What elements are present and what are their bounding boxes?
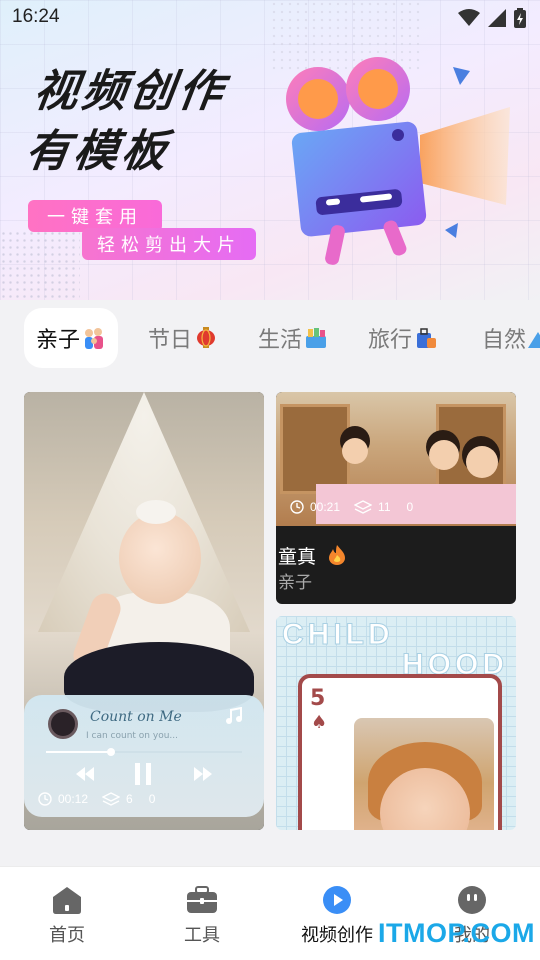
nav-label: 视频创作 xyxy=(301,925,373,946)
template-category: 亲子 xyxy=(278,573,312,593)
template-meta: 00:12 6 0 xyxy=(38,792,155,806)
tab-travel[interactable]: 旅行 xyxy=(368,308,438,368)
clock-icon xyxy=(38,792,52,806)
child-figure xyxy=(429,440,459,470)
profile-icon xyxy=(458,886,486,914)
lantern-emoji xyxy=(197,327,216,348)
cell-signal-icon xyxy=(488,9,506,27)
hero-title-line: 视频创作 xyxy=(30,66,230,117)
fast-forward-icon xyxy=(194,767,212,781)
progress-bar xyxy=(46,748,242,756)
home-icon xyxy=(53,887,81,914)
tab-label: 生活 xyxy=(258,328,303,353)
use-count: 0 xyxy=(148,792,156,806)
nav-tools[interactable]: 工具 xyxy=(147,885,257,947)
progress-fill xyxy=(46,751,111,753)
template-meta: 00:21 11 0 xyxy=(290,500,413,514)
hero-tag: 轻松剪出大片 xyxy=(82,228,256,260)
progress-knob xyxy=(106,748,115,756)
layers-icon xyxy=(102,792,121,806)
card-number: 5 xyxy=(310,686,326,711)
clock-icon xyxy=(290,500,304,514)
tab-label: 亲子 xyxy=(36,328,81,353)
tab-family[interactable]: 亲子 xyxy=(24,308,119,368)
template-title-text: 童真 xyxy=(278,546,317,568)
hero-title: 视频创作 有模板 xyxy=(22,62,231,182)
tab-label: 自然 xyxy=(482,328,527,353)
pause-icon xyxy=(135,763,151,785)
playing-card-frame: 5 ♠ xyxy=(298,674,502,830)
song-title: Count on Me xyxy=(90,709,182,725)
hero-title-line: 有模板 xyxy=(22,126,174,177)
template-card[interactable]: Count on Me I can count on you... 00:12 … xyxy=(24,392,264,830)
template-title: 童真 xyxy=(278,542,346,569)
nav-label: 工具 xyxy=(184,925,220,946)
nav-label: 首页 xyxy=(49,925,85,946)
classroom-shelf xyxy=(280,404,350,494)
wifi-icon xyxy=(458,9,480,26)
gift-basket-emoji xyxy=(306,328,327,348)
duration: 00:12 xyxy=(58,792,89,806)
use-count: 0 xyxy=(406,500,414,514)
baby-figure xyxy=(136,500,176,524)
nav-home[interactable]: 首页 xyxy=(12,885,122,947)
overlay-text-line: CHILD xyxy=(282,618,394,651)
child-figure xyxy=(466,446,498,478)
status-bar: 16:24 xyxy=(0,0,540,36)
spade-icon: ♠ xyxy=(311,712,328,733)
childhood-overlay-text: CHILD HOOD xyxy=(282,618,508,680)
tab-label: 旅行 xyxy=(368,328,413,353)
child-figure xyxy=(342,438,368,464)
nav-video-create[interactable]: 视频创作 xyxy=(282,885,392,947)
rewind-icon xyxy=(76,767,94,781)
luggage-emoji xyxy=(417,328,437,348)
tab-label: 节日 xyxy=(148,328,193,353)
layer-count: 6 xyxy=(126,792,133,806)
movie-camera-icon xyxy=(286,57,510,265)
tab-holiday[interactable]: 节日 xyxy=(148,308,218,368)
toolbox-icon xyxy=(187,886,217,913)
tab-life[interactable]: 生活 xyxy=(258,308,328,368)
hero-banner[interactable]: 16:24 视频创作 有模板 一键套用 轻松剪出大片 xyxy=(0,0,540,300)
music-note-icon xyxy=(226,707,242,724)
status-time: 16:24 xyxy=(12,6,60,27)
baby-figure xyxy=(119,512,201,604)
layer-count: 11 xyxy=(378,500,391,514)
vinyl-disc-icon xyxy=(48,709,78,739)
lyric-text: I can count on you... xyxy=(86,731,178,741)
category-tabs: 亲子 节日 生活 旅行 自然 xyxy=(0,308,540,370)
fire-emoji xyxy=(329,545,346,565)
template-thumbnail xyxy=(354,718,494,830)
layers-icon xyxy=(354,500,373,514)
watermark: ITMOP.COM xyxy=(378,918,536,948)
battery-charging-icon xyxy=(514,8,526,28)
duration: 00:21 xyxy=(310,500,341,514)
dot-pattern xyxy=(0,230,80,300)
play-circle-icon xyxy=(323,886,351,914)
mountain-emoji xyxy=(528,332,540,348)
tab-nature[interactable]: 自然 xyxy=(482,308,540,368)
template-card[interactable]: CHILD HOOD 5 ♠ xyxy=(276,616,516,830)
family-emoji xyxy=(85,328,104,349)
template-card[interactable]: 00:21 11 0 童真 亲子 xyxy=(276,392,516,604)
